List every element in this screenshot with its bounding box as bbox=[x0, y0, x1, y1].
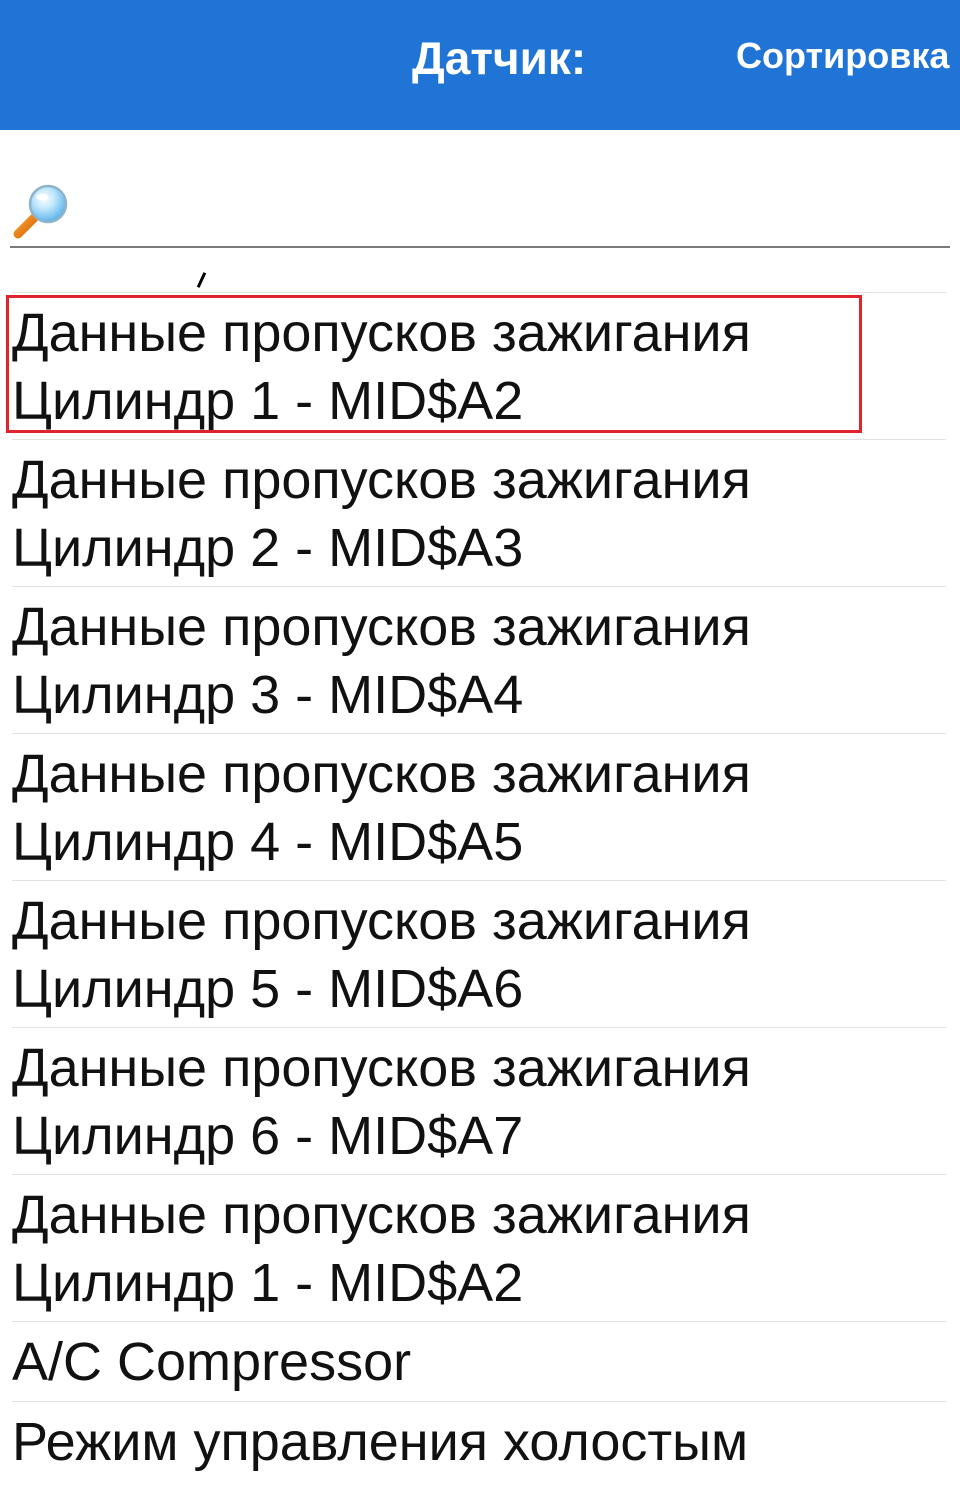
list-item-title: Данные пропусков зажигания bbox=[12, 744, 751, 804]
list-item[interactable]: Данные пропусков зажигания Цилиндр 3 - M… bbox=[12, 587, 946, 734]
list-item[interactable]: Данные пропусков зажигания Цилиндр 4 - M… bbox=[12, 734, 946, 881]
list-item-partial[interactable] bbox=[12, 250, 946, 293]
sort-button[interactable]: Сортировка bbox=[736, 34, 949, 78]
list-item-title: Данные пропусков зажигания bbox=[12, 1185, 751, 1245]
search-input[interactable] bbox=[86, 178, 950, 236]
list-item-title: Данные пропусков зажигания bbox=[12, 450, 751, 510]
search-icon[interactable] bbox=[12, 180, 72, 240]
list-item-subtitle: Цилиндр 2 - MID$A3 bbox=[12, 518, 524, 578]
list-item-subtitle: Цилиндр 1 - MID$A2 bbox=[12, 1253, 524, 1313]
list-item[interactable]: Данные пропусков зажигания Цилиндр 6 - M… bbox=[12, 1028, 946, 1175]
list-item[interactable]: A/C Compressor bbox=[12, 1322, 946, 1402]
list-item[interactable]: Режим управления холостым bbox=[12, 1402, 946, 1482]
list-item-title: Данные пропусков зажигания bbox=[12, 1038, 751, 1098]
list-item-subtitle: Цилиндр 5 - MID$A6 bbox=[12, 959, 524, 1019]
list-item[interactable]: Данные пропусков зажигания Цилиндр 1 - M… bbox=[12, 1175, 946, 1322]
list-item[interactable]: Данные пропусков зажигания Цилиндр 5 - M… bbox=[12, 881, 946, 1028]
list-item-title: Данные пропусков зажигания bbox=[12, 303, 751, 363]
list-item-subtitle: Цилиндр 3 - MID$A4 bbox=[12, 665, 524, 725]
sensor-list: Данные пропусков зажигания Цилиндр 1 - M… bbox=[6, 250, 946, 1482]
partial-text-fragment bbox=[196, 272, 207, 288]
app-header: Датчик: Сортировка bbox=[0, 0, 960, 130]
list-item-title: Данные пропусков зажигания bbox=[12, 891, 751, 951]
list-item-title: Режим управления холостым bbox=[12, 1412, 749, 1472]
search-bar bbox=[10, 170, 950, 248]
page-title: Датчик: bbox=[412, 32, 587, 84]
list-item-subtitle: Цилиндр 4 - MID$A5 bbox=[12, 812, 524, 872]
list-item-subtitle: Цилиндр 1 - MID$A2 bbox=[12, 371, 524, 431]
list-item-title: Данные пропусков зажигания bbox=[12, 597, 751, 657]
list-item-subtitle: Цилиндр 6 - MID$A7 bbox=[12, 1106, 524, 1166]
list-item[interactable]: Данные пропусков зажигания Цилиндр 1 - M… bbox=[6, 293, 946, 440]
list-item[interactable]: Данные пропусков зажигания Цилиндр 2 - M… bbox=[12, 440, 946, 587]
list-item-title: A/C Compressor bbox=[12, 1332, 412, 1392]
